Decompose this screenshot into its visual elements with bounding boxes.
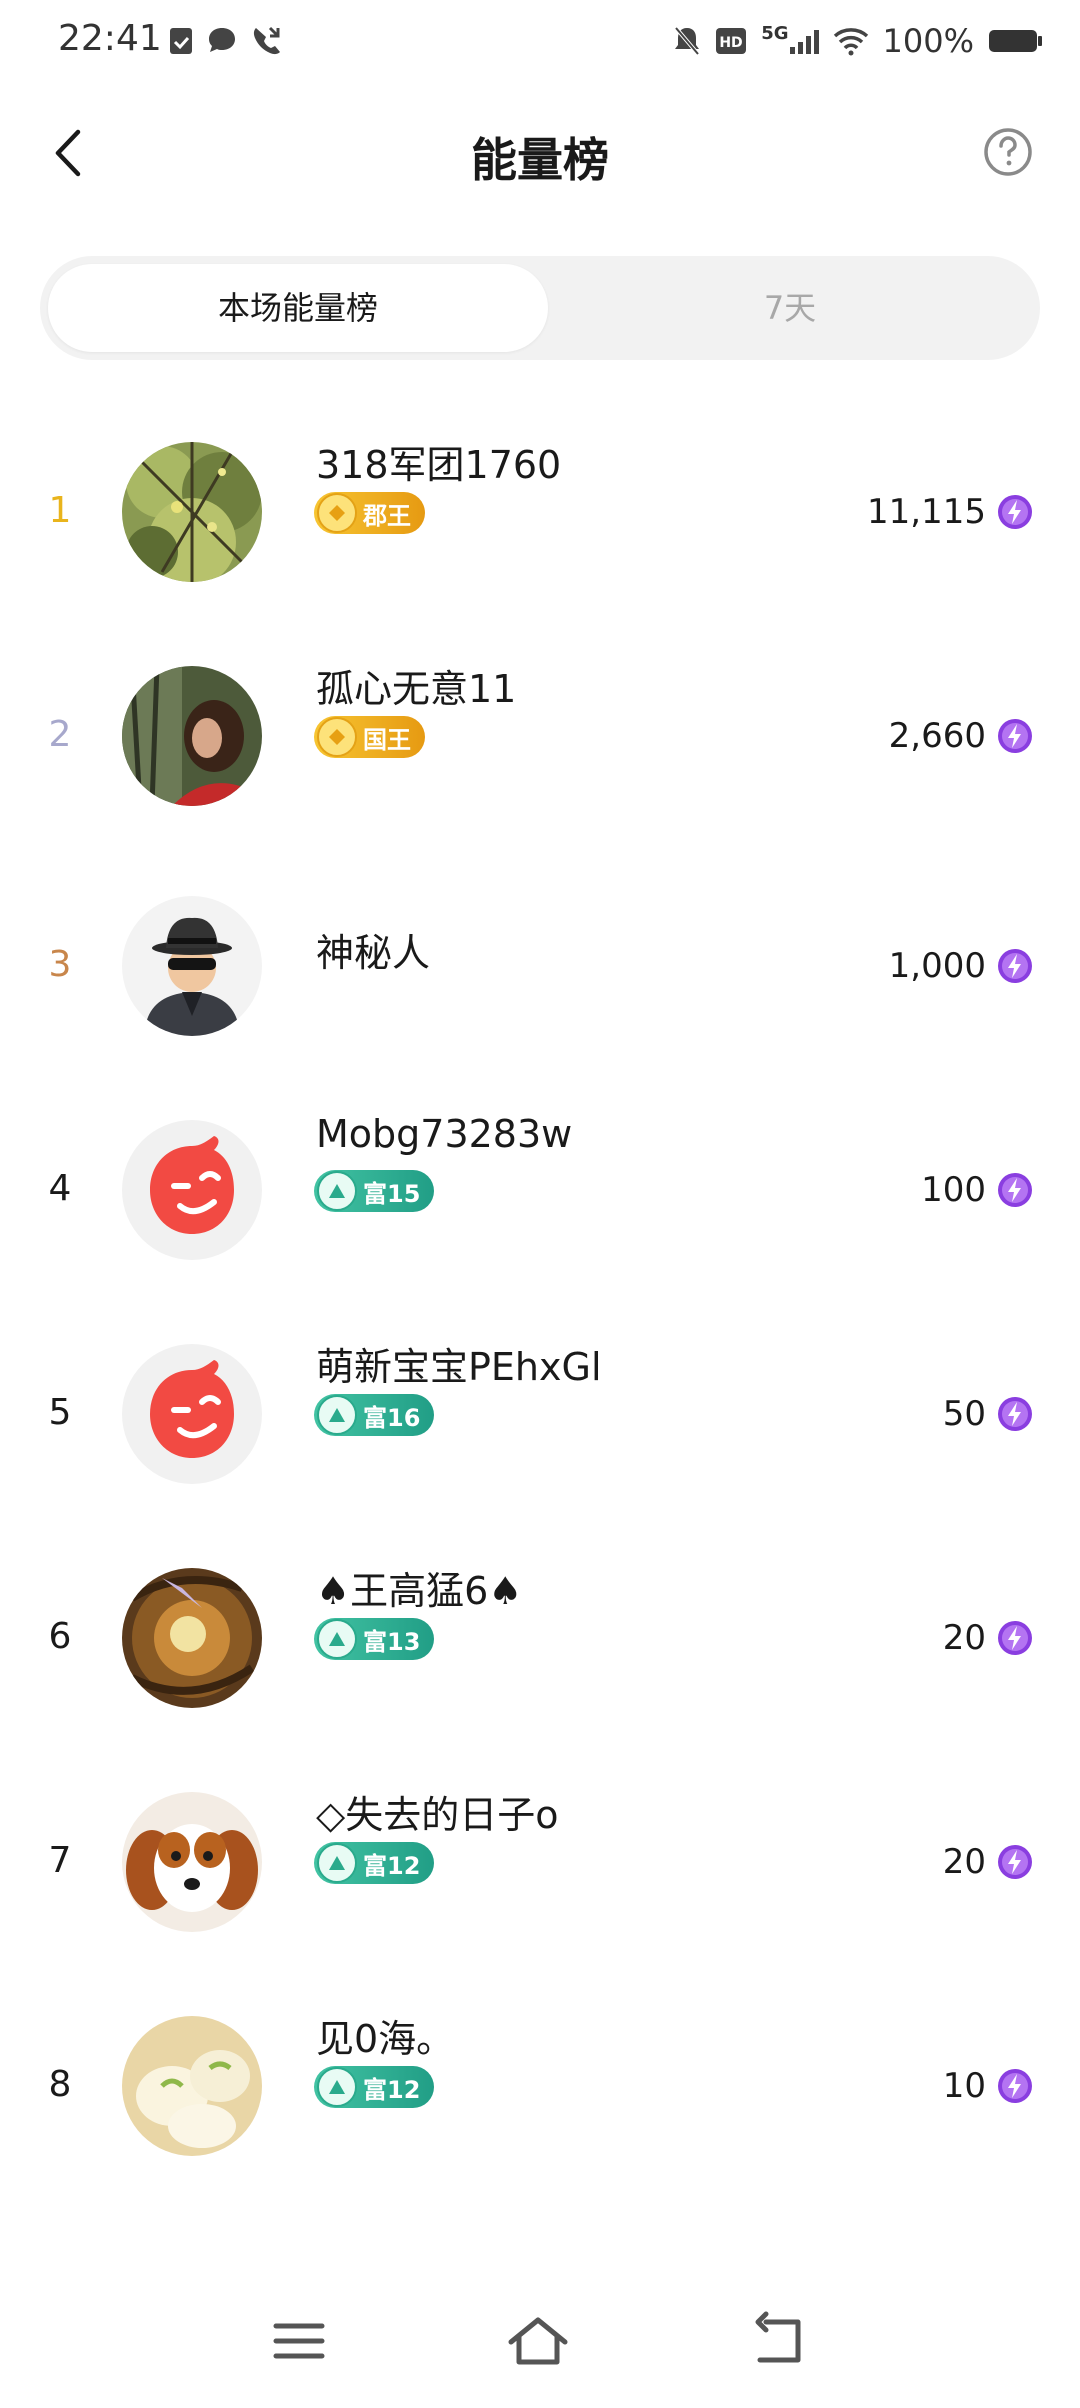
ranking-row[interactable]: 7 ◇失去的日子o 富12 20 <box>0 1750 1080 1980</box>
help-icon[interactable] <box>982 126 1034 178</box>
rank-number: 3 <box>48 944 72 985</box>
page-title: 能量榜 <box>471 133 609 187</box>
ranking-row[interactable]: 2 孤心无意11 国王 2,660 <box>0 624 1080 854</box>
energy-score: 11,115 <box>867 492 986 532</box>
ranking-row[interactable]: 8 见0海。 富12 10 <box>0 1974 1080 2204</box>
menu-icon[interactable] <box>264 2306 334 2376</box>
crown-diamond-icon <box>317 493 357 533</box>
avatar[interactable] <box>122 1344 262 1484</box>
ranking-row[interactable]: 3 神秘人 1,000 <box>0 854 1080 1084</box>
energy-bolt-icon <box>998 1845 1032 1879</box>
triangle-level-icon <box>317 2067 357 2107</box>
user-name: 孤心无意11 <box>316 667 517 711</box>
system-nav-bar <box>0 2276 1080 2408</box>
wealth-badge: 富16 <box>314 1394 435 1436</box>
energy-bolt-icon <box>998 949 1032 983</box>
level-badge: 国王 <box>314 716 425 758</box>
user-name: ◇失去的日子o <box>316 1793 559 1837</box>
ranking-row[interactable]: 1 318军团1760 郡王 11,115 <box>0 400 1080 630</box>
user-name: Mobg73283w <box>316 1112 573 1156</box>
tab-7-days[interactable]: 7天 <box>540 264 1040 352</box>
svg-text:HD: HD <box>720 35 743 51</box>
missed-call-icon <box>253 26 280 55</box>
triangle-level-icon <box>317 1843 357 1883</box>
energy-score: 50 <box>942 1394 986 1434</box>
home-icon[interactable] <box>503 2306 573 2376</box>
badge-label: 富12 <box>363 2075 421 2104</box>
clipboard-check-icon <box>170 28 192 54</box>
energy-bolt-icon <box>998 719 1032 753</box>
level-badge: 郡王 <box>314 492 425 534</box>
badge-label: 富12 <box>363 1851 421 1880</box>
user-name: ♠王高猛6♠ <box>316 1569 523 1613</box>
ranking-tabs: 本场能量榜 7天 <box>40 256 1040 360</box>
energy-score: 100 <box>921 1170 986 1210</box>
user-name: 神秘人 <box>316 931 431 975</box>
ranking-row[interactable]: 4 Mobg73283w 富15 100 <box>0 1078 1080 1308</box>
energy-bolt-icon <box>998 1621 1032 1655</box>
rank-number: 7 <box>48 1840 72 1881</box>
badge-label: 富13 <box>363 1627 421 1656</box>
status-time: 22:41 <box>58 18 162 59</box>
mute-bell-icon <box>674 26 700 56</box>
wink-face-icon <box>150 1136 234 1234</box>
rank-number: 5 <box>48 1392 72 1433</box>
avatar[interactable] <box>122 1792 262 1932</box>
rank-number: 6 <box>48 1616 72 1657</box>
avatar[interactable] <box>122 1120 262 1260</box>
rank-number: 8 <box>48 2064 72 2105</box>
battery-icon <box>989 30 1042 52</box>
avatar[interactable] <box>122 896 262 1036</box>
energy-score: 20 <box>942 1842 986 1882</box>
notification-icons <box>168 24 282 56</box>
badge-label: 富16 <box>363 1403 421 1432</box>
network-type: 5G <box>761 22 789 44</box>
status-bar: 22:41 HD 5G 100% <box>0 0 1080 84</box>
user-name: 318军团1760 <box>316 443 562 487</box>
avatar[interactable] <box>122 2016 262 2156</box>
battery-percent: 100% <box>882 22 974 60</box>
user-name: 见0海。 <box>316 2017 455 2061</box>
energy-score: 1,000 <box>888 946 986 986</box>
chat-bubble-icon <box>209 28 235 52</box>
energy-bolt-icon <box>998 495 1032 529</box>
rank-number: 2 <box>48 714 72 755</box>
wealth-badge: 富12 <box>314 2066 435 2108</box>
triangle-level-icon <box>317 1171 357 1211</box>
user-name: 萌新宝宝PEhxGl <box>316 1345 602 1389</box>
energy-bolt-icon <box>998 2069 1032 2103</box>
avatar[interactable] <box>122 666 262 806</box>
rank-number: 4 <box>48 1168 72 1209</box>
badge-label: 郡王 <box>363 501 411 530</box>
energy-score: 10 <box>942 2066 986 2106</box>
header: 能量榜 <box>0 100 1080 210</box>
wealth-badge: 富13 <box>314 1618 435 1660</box>
wifi-icon <box>833 28 868 56</box>
rank-number: 1 <box>48 490 72 531</box>
badge-label: 富15 <box>363 1179 421 1208</box>
energy-score: 20 <box>942 1618 986 1658</box>
hd-icon: HD <box>716 28 747 54</box>
wink-face-icon <box>150 1360 234 1458</box>
crown-diamond-icon <box>317 717 357 757</box>
energy-bolt-icon <box>998 1173 1032 1207</box>
wealth-badge: 富12 <box>314 1842 435 1884</box>
ranking-row[interactable]: 5 萌新宝宝PEhxGl 富16 50 <box>0 1302 1080 1532</box>
ranking-row[interactable]: 6 ♠王高猛6♠ 富13 20 <box>0 1526 1080 1756</box>
back-nav-icon[interactable] <box>744 2306 814 2376</box>
triangle-level-icon <box>317 1395 357 1435</box>
triangle-level-icon <box>317 1619 357 1659</box>
avatar[interactable] <box>122 1568 262 1708</box>
energy-bolt-icon <box>998 1397 1032 1431</box>
avatar[interactable] <box>122 442 262 582</box>
tab-current-session[interactable]: 本场能量榜 <box>48 264 548 352</box>
wealth-badge: 富15 <box>314 1170 435 1212</box>
badge-label: 国王 <box>363 725 411 754</box>
system-icons: HD 5G 100% <box>673 22 1044 60</box>
energy-score: 2,660 <box>888 716 986 756</box>
signal-icon <box>789 30 819 54</box>
